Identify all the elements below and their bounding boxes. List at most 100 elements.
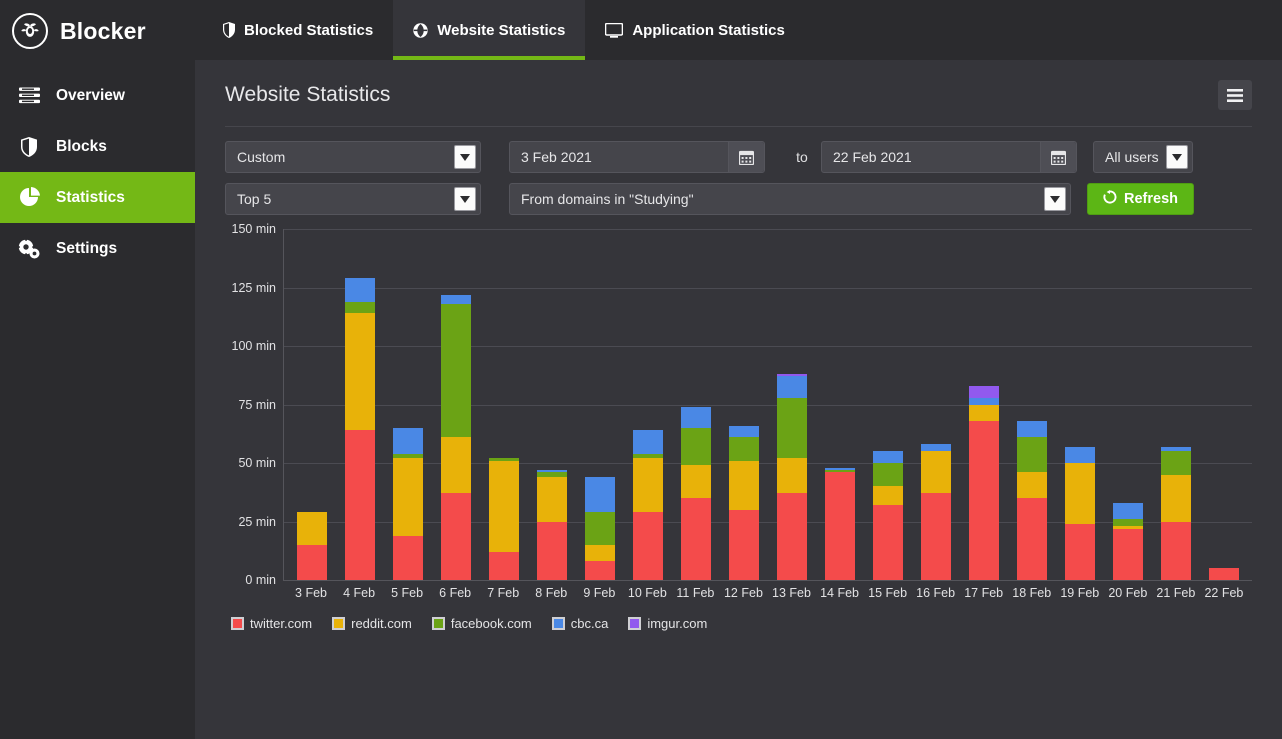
chart-bar-column[interactable] bbox=[816, 229, 864, 580]
bar-segment[interactable] bbox=[777, 458, 807, 493]
stacked-bar[interactable] bbox=[585, 477, 615, 580]
sidebar-item-overview[interactable]: Overview bbox=[0, 70, 195, 121]
bar-segment[interactable] bbox=[441, 304, 471, 437]
sidebar-item-statistics[interactable]: Statistics bbox=[0, 172, 195, 223]
bar-segment[interactable] bbox=[393, 536, 423, 580]
bar-segment[interactable] bbox=[729, 461, 759, 510]
bar-segment[interactable] bbox=[873, 463, 903, 486]
bar-segment[interactable] bbox=[729, 437, 759, 460]
legend-item[interactable]: facebook.com bbox=[432, 616, 532, 631]
bar-segment[interactable] bbox=[1113, 519, 1143, 526]
bar-segment[interactable] bbox=[537, 477, 567, 521]
chart-bar-column[interactable] bbox=[288, 229, 336, 580]
bar-segment[interactable] bbox=[1017, 421, 1047, 437]
stacked-bar[interactable] bbox=[969, 386, 999, 580]
chart-bar-column[interactable] bbox=[1200, 229, 1248, 580]
bar-segment[interactable] bbox=[729, 510, 759, 580]
bar-segment[interactable] bbox=[921, 444, 951, 451]
bar-segment[interactable] bbox=[1209, 568, 1239, 580]
chart-bar-column[interactable] bbox=[1008, 229, 1056, 580]
stacked-bar[interactable] bbox=[1113, 503, 1143, 580]
stacked-bar[interactable] bbox=[873, 451, 903, 580]
hamburger-menu-icon[interactable] bbox=[1218, 80, 1252, 110]
bar-segment[interactable] bbox=[777, 398, 807, 459]
bar-segment[interactable] bbox=[825, 472, 855, 580]
bar-segment[interactable] bbox=[393, 428, 423, 454]
stacked-bar[interactable] bbox=[921, 444, 951, 580]
tab-application-statistics[interactable]: Application Statistics bbox=[585, 0, 805, 60]
chart-bar-column[interactable] bbox=[720, 229, 768, 580]
stacked-bar[interactable] bbox=[441, 295, 471, 580]
bar-segment[interactable] bbox=[921, 451, 951, 493]
chart-bar-column[interactable] bbox=[1152, 229, 1200, 580]
legend-item[interactable]: reddit.com bbox=[332, 616, 412, 631]
stacked-bar[interactable] bbox=[1065, 447, 1095, 580]
legend-item[interactable]: imgur.com bbox=[628, 616, 707, 631]
bar-segment[interactable] bbox=[1017, 472, 1047, 498]
chart-bar-column[interactable] bbox=[480, 229, 528, 580]
bar-segment[interactable] bbox=[1161, 475, 1191, 522]
bar-segment[interactable] bbox=[585, 477, 615, 512]
bar-segment[interactable] bbox=[681, 407, 711, 428]
stacked-bar[interactable] bbox=[825, 468, 855, 580]
bar-segment[interactable] bbox=[1017, 498, 1047, 580]
bar-segment[interactable] bbox=[1113, 503, 1143, 519]
stacked-bar[interactable] bbox=[537, 470, 567, 580]
legend-item[interactable]: twitter.com bbox=[231, 616, 312, 631]
bar-segment[interactable] bbox=[1161, 451, 1191, 474]
stacked-bar[interactable] bbox=[489, 458, 519, 580]
stacked-bar[interactable] bbox=[393, 428, 423, 580]
bar-segment[interactable] bbox=[441, 295, 471, 304]
date-range-select[interactable]: Custom bbox=[225, 141, 481, 173]
date-from-field[interactable]: 3 Feb 2021 bbox=[509, 141, 765, 173]
stacked-bar[interactable] bbox=[345, 278, 375, 580]
bar-segment[interactable] bbox=[585, 512, 615, 545]
bar-segment[interactable] bbox=[969, 421, 999, 580]
stacked-bar[interactable] bbox=[1209, 568, 1239, 580]
bar-segment[interactable] bbox=[633, 458, 663, 512]
bar-segment[interactable] bbox=[633, 512, 663, 580]
domains-select[interactable]: From domains in "Studying" bbox=[509, 183, 1071, 215]
sidebar-item-settings[interactable]: Settings bbox=[0, 223, 195, 274]
users-select[interactable]: All users bbox=[1093, 141, 1193, 173]
bar-segment[interactable] bbox=[969, 405, 999, 421]
bar-segment[interactable] bbox=[297, 545, 327, 580]
chart-bar-column[interactable] bbox=[672, 229, 720, 580]
chart-bar-column[interactable] bbox=[1104, 229, 1152, 580]
bar-segment[interactable] bbox=[873, 486, 903, 505]
chart-bar-column[interactable] bbox=[624, 229, 672, 580]
stacked-bar[interactable] bbox=[1161, 447, 1191, 580]
bar-segment[interactable] bbox=[681, 465, 711, 498]
bar-segment[interactable] bbox=[1065, 447, 1095, 463]
top-n-select[interactable]: Top 5 bbox=[225, 183, 481, 215]
calendar-icon[interactable] bbox=[728, 142, 764, 172]
bar-segment[interactable] bbox=[681, 428, 711, 465]
bar-segment[interactable] bbox=[969, 386, 999, 398]
bar-segment[interactable] bbox=[921, 493, 951, 580]
bar-segment[interactable] bbox=[345, 313, 375, 430]
refresh-button[interactable]: Refresh bbox=[1087, 183, 1194, 215]
bar-segment[interactable] bbox=[777, 376, 807, 397]
bar-segment[interactable] bbox=[393, 458, 423, 535]
bar-segment[interactable] bbox=[489, 552, 519, 580]
bar-segment[interactable] bbox=[537, 522, 567, 581]
legend-item[interactable]: cbc.ca bbox=[552, 616, 609, 631]
bar-segment[interactable] bbox=[729, 426, 759, 438]
bar-segment[interactable] bbox=[873, 505, 903, 580]
calendar-icon[interactable] bbox=[1040, 142, 1076, 172]
bar-segment[interactable] bbox=[345, 430, 375, 580]
chart-bar-column[interactable] bbox=[1056, 229, 1104, 580]
bar-segment[interactable] bbox=[441, 437, 471, 493]
chart-bar-column[interactable] bbox=[576, 229, 624, 580]
stacked-bar[interactable] bbox=[633, 430, 663, 580]
bar-segment[interactable] bbox=[1065, 463, 1095, 524]
bar-segment[interactable] bbox=[585, 561, 615, 580]
bar-segment[interactable] bbox=[1161, 522, 1191, 581]
tab-website-statistics[interactable]: Website Statistics bbox=[393, 0, 585, 60]
stacked-bar[interactable] bbox=[681, 407, 711, 580]
bar-segment[interactable] bbox=[873, 451, 903, 463]
bar-segment[interactable] bbox=[1113, 529, 1143, 580]
sidebar-item-blocks[interactable]: Blocks bbox=[0, 121, 195, 172]
stacked-bar[interactable] bbox=[777, 374, 807, 580]
chart-bar-column[interactable] bbox=[768, 229, 816, 580]
